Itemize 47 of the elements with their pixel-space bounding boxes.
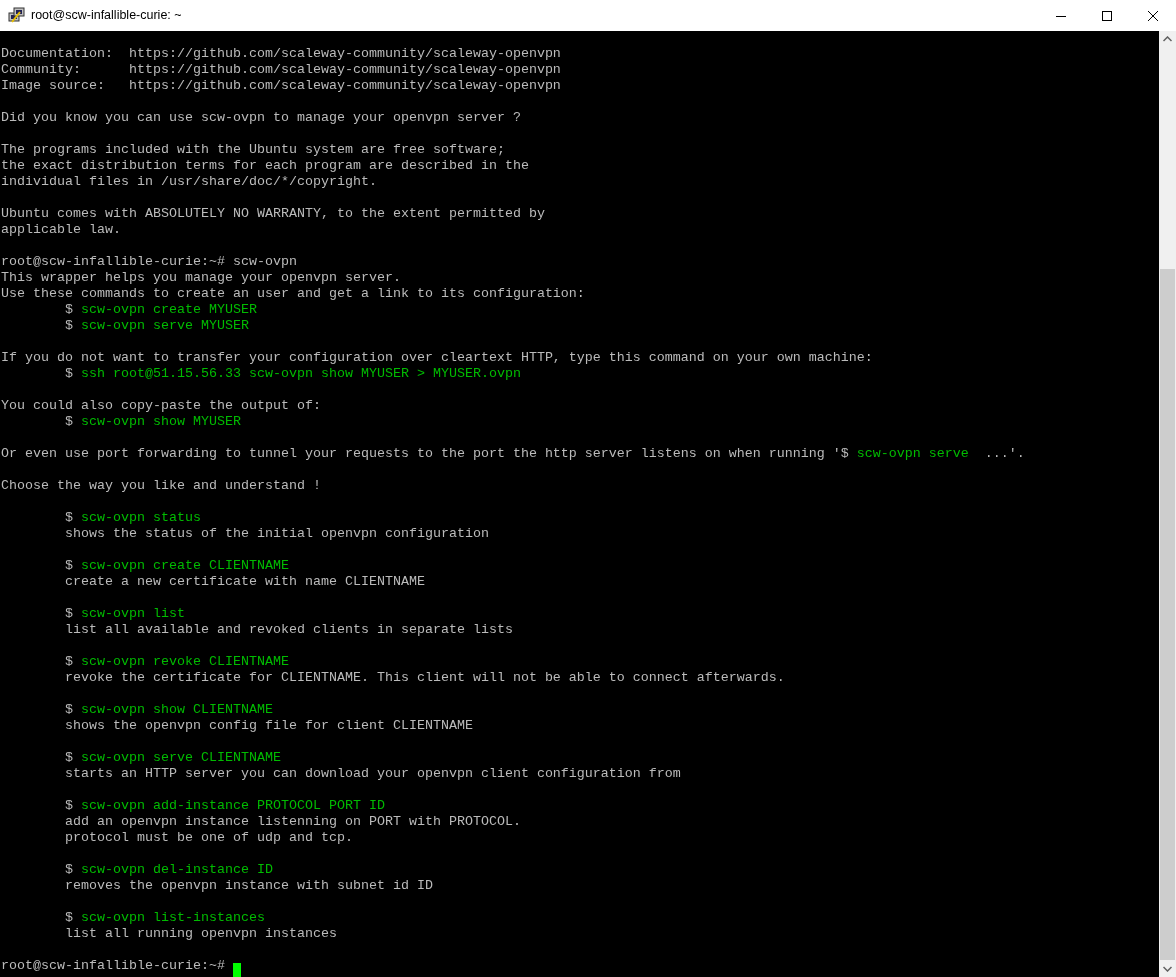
terminal-line: removes the openvpn instance with subnet id ID [64,878,433,894]
terminal-line: You could also copy-paste the output of: [0,398,321,414]
terminal-line: Did you know you can use scw-ovpn to manage your openvpn server ? [0,110,521,126]
terminal-line: $ scw-ovpn list-instances [64,910,265,926]
scroll-up-icon[interactable] [1163,36,1172,42]
terminal-line: root@scw-infallible-curie:~# [0,958,226,974]
terminal-line: shows the status of the initial openvpn configuration [64,526,489,542]
terminal-line: Use these commands to create an user and get a link to its configuration: [0,286,585,302]
terminal-line: protocol must be one of udp and tcp. [64,830,353,846]
terminal-line: root@scw-infallible-curie:~# scw-ovpn [0,254,297,270]
terminal-line: $ scw-ovpn serve CLIENTNAME [64,750,281,766]
terminal-line: $ scw-ovpn add-instance PROTOCOL PORT ID [64,798,385,814]
terminal-line: $ scw-ovpn del-instance ID [64,862,273,878]
terminal-line: starts an HTTP server you can download your openvpn client configuration from [64,766,681,782]
maximize-icon [1102,10,1112,21]
terminal-line: create a new certificate with name CLIENTNAME [64,574,425,590]
terminal-line: shows the openvpn config file for client CLIENTNAME [64,718,473,734]
terminal-line: This wrapper helps you manage your openvpn server. [0,270,401,286]
terminal-line: Documentation: https://github.com/scaleway-community/scaleway-openvpn [0,46,561,62]
terminal-line: $ scw-ovpn status [64,510,201,526]
window-title: root@scw-infallible-curie: ~ [31,7,182,25]
computer-icon [8,7,25,24]
terminal-line: $ scw-ovpn show CLIENTNAME [64,702,273,718]
terminal-line: the exact distribution terms for each program are described in the [0,158,529,174]
terminal-line: $ ssh root@51.15.56.33 scw-ovpn show MYUSER > MYUSER.ovpn [64,366,521,382]
terminal-line: $ scw-ovpn revoke CLIENTNAME [64,654,289,670]
terminal-line: If you do not want to transfer your configuration over cleartext HTTP, type this command on your own machine: [0,350,873,366]
terminal-line: $ scw-ovpn serve MYUSER [64,318,249,334]
terminal-line: revoke the certificate for CLIENTNAME. This client will not be able to connect afterwards. [64,670,785,686]
terminal-line: $ scw-ovpn create CLIENTNAME [64,558,289,574]
terminal-line: $ scw-ovpn create MYUSER [64,302,257,318]
terminal-line: add an openvpn instance listenning on PORT with PROTOCOL. [64,814,521,830]
terminal-line: Choose the way you like and understand ! [0,478,321,494]
terminal-line: individual files in /usr/share/doc/*/copyright. [0,174,377,190]
terminal-line: Community: https://github.com/scaleway-community/scaleway-openvpn [0,62,561,78]
terminal-line: The programs included with the Ubuntu system are free software; [0,142,505,158]
terminal-line: list all running openvpn instances [64,926,337,942]
terminal-line: $ scw-ovpn list [64,606,185,622]
scroll-down-icon[interactable] [1163,966,1172,972]
close-icon [1148,10,1158,21]
terminal-line: $ scw-ovpn show MYUSER [64,414,241,430]
terminal-line: Or even use port forwarding to tunnel your requests to the port the http server listens on when running '$ scw-ovpn serve ...'. [0,446,1025,462]
scrollbar[interactable] [1159,31,1176,977]
terminal-line: list all available and revoked clients in separate lists [64,622,513,638]
terminal-line: Ubuntu comes with ABSOLUTELY NO WARRANTY, to the extent permitted by [0,206,545,222]
terminal-line: Image source: https://github.com/scaleway-community/scaleway-openvpn [0,78,561,94]
terminal-line: applicable law. [0,222,121,238]
